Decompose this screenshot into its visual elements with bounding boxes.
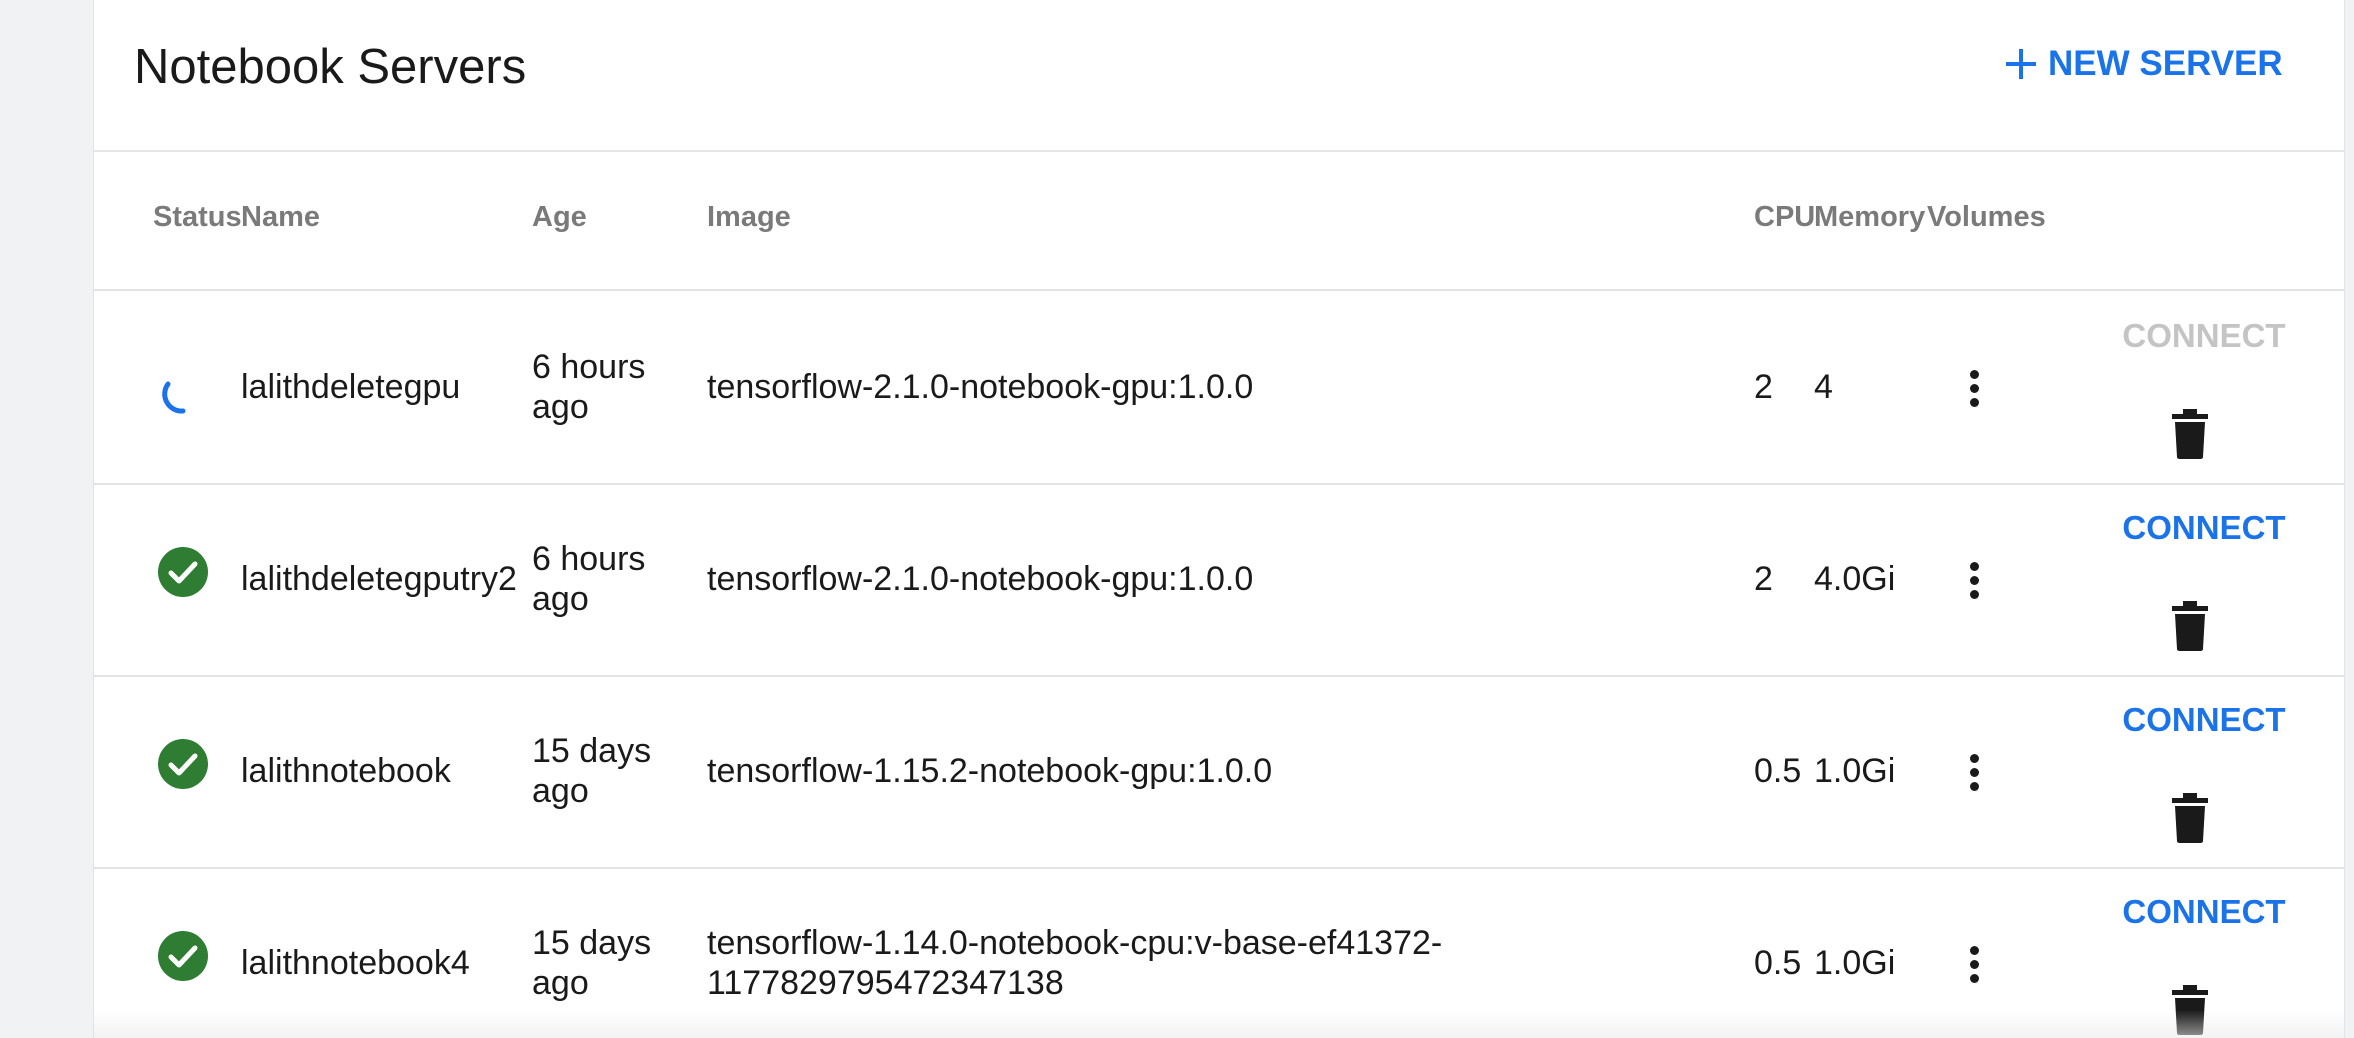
server-cpu: 0.5: [1754, 752, 1802, 790]
table-row: lalithnotebook 15 days ago tensorflow-1.…: [94, 675, 2344, 869]
scroll-shadow: [94, 1010, 2344, 1038]
server-memory: 4.0Gi: [1814, 560, 1896, 598]
server-memory: 1.0Gi: [1814, 944, 1896, 982]
server-age-line1: 6 hours: [532, 540, 646, 578]
trash-icon[interactable]: [2170, 601, 2210, 651]
server-cpu: 0.5: [1754, 944, 1802, 982]
server-image-line1: tensorflow-2.1.0-notebook-gpu:1.0.0: [707, 560, 1254, 598]
column-header-volumes[interactable]: Volumes: [1927, 203, 2046, 232]
more-vert-icon[interactable]: [1954, 550, 1994, 610]
notebook-servers-card: Notebook Servers NEW SERVER Status Name …: [93, 0, 2345, 1038]
server-age: 6 hours ago: [532, 539, 672, 619]
server-image-line1: tensorflow-2.1.0-notebook-gpu:1.0.0: [707, 368, 1254, 406]
connect-button[interactable]: CONNECT: [2114, 317, 2294, 355]
server-name: lalithnotebook4: [241, 944, 470, 982]
server-age: 6 hours ago: [532, 347, 672, 427]
server-age-line2: ago: [532, 580, 589, 618]
check-circle-icon: [158, 739, 208, 789]
more-vert-icon[interactable]: [1954, 742, 1994, 802]
connect-button[interactable]: CONNECT: [2114, 893, 2294, 931]
server-image: tensorflow-1.14.0-notebook-cpu:v-base-ef…: [707, 923, 1607, 1003]
column-header-memory[interactable]: Memory: [1814, 203, 1925, 232]
column-header-image[interactable]: Image: [707, 203, 791, 232]
server-image: tensorflow-2.1.0-notebook-gpu:1.0.0: [707, 559, 1607, 599]
connect-button[interactable]: CONNECT: [2114, 509, 2294, 547]
server-age-line2: ago: [532, 772, 589, 810]
new-server-button[interactable]: NEW SERVER: [2004, 44, 2283, 84]
page-title: Notebook Servers: [134, 40, 527, 94]
server-cpu: 2: [1754, 368, 1773, 406]
table-row: lalithdeletegpu 6 hours ago tensorflow-2…: [94, 291, 2344, 485]
server-name: lalithnotebook: [241, 752, 451, 790]
column-header-age[interactable]: Age: [532, 203, 587, 232]
server-image-line1: tensorflow-1.15.2-notebook-gpu:1.0.0: [707, 752, 1273, 790]
column-header-status[interactable]: Status: [153, 203, 242, 232]
card-header: Notebook Servers NEW SERVER: [94, 0, 2344, 152]
table-row: lalithdeletegputry2 6 hours ago tensorfl…: [94, 483, 2344, 677]
check-circle-icon: [158, 931, 208, 981]
more-vert-icon[interactable]: [1954, 358, 1994, 418]
column-header-name[interactable]: Name: [241, 203, 320, 232]
column-header-cpu[interactable]: CPU: [1754, 203, 1815, 232]
check-circle-icon: [158, 547, 208, 597]
server-image-line1: tensorflow-1.14.0-notebook-cpu:v-base-ef…: [707, 924, 1443, 962]
plus-icon: [2006, 49, 2036, 79]
server-image-line2: 1177829795472347138: [707, 964, 1064, 1002]
new-server-label: NEW SERVER: [2048, 44, 2283, 83]
server-name: lalithdeletegputry2: [241, 560, 517, 598]
server-age-line1: 15 days: [532, 732, 652, 770]
server-memory: 1.0Gi: [1814, 752, 1896, 790]
server-name: lalithdeletegpu: [241, 368, 461, 406]
spinner-icon: [162, 381, 186, 414]
server-cpu: 2: [1754, 560, 1773, 598]
server-age: 15 days ago: [532, 923, 672, 1003]
server-age-line1: 15 days: [532, 924, 652, 962]
trash-icon[interactable]: [2170, 409, 2210, 459]
server-age-line1: 6 hours: [532, 348, 646, 386]
server-age-line2: ago: [532, 964, 589, 1002]
connect-button[interactable]: CONNECT: [2114, 701, 2294, 739]
trash-icon[interactable]: [2170, 793, 2210, 843]
more-vert-icon[interactable]: [1954, 934, 1994, 994]
server-image: tensorflow-1.15.2-notebook-gpu:1.0.0: [707, 751, 1607, 791]
server-age-line2: ago: [532, 388, 589, 426]
server-age: 15 days ago: [532, 731, 672, 811]
server-image: tensorflow-2.1.0-notebook-gpu:1.0.0: [707, 367, 1607, 407]
server-memory: 4: [1814, 368, 1833, 406]
